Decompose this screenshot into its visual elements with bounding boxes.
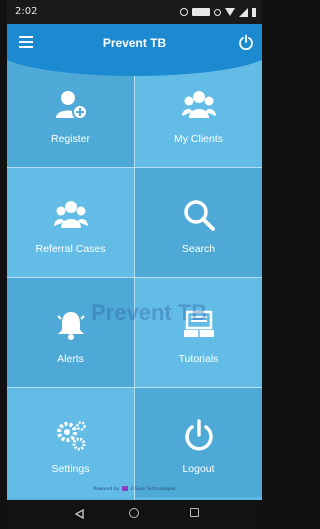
signal-icon <box>239 7 248 17</box>
settings-tile[interactable]: Settings <box>7 388 134 497</box>
register-user-icon <box>55 91 88 120</box>
status-icons <box>180 7 256 17</box>
sync-icon <box>214 8 221 16</box>
book-icon <box>183 310 214 337</box>
phone-screen: 2:02 Register My Clients Referral Cases … <box>7 0 262 529</box>
back-icon[interactable] <box>75 509 84 519</box>
grid-divider <box>7 277 262 278</box>
grid-divider <box>7 167 262 168</box>
tutorials-label: Tutorials <box>178 353 219 365</box>
header-power-button[interactable] <box>238 34 254 50</box>
battery-icon <box>252 7 256 17</box>
search-icon <box>183 200 215 231</box>
powered-text: Powered by <box>93 487 120 492</box>
android-nav-bar <box>7 500 262 529</box>
alerts-label: Alerts <box>57 353 84 365</box>
bell-icon <box>56 312 85 340</box>
register-label: Register <box>50 133 91 145</box>
grid-divider <box>134 58 135 500</box>
page-title: Prevent TB <box>102 36 167 50</box>
clients-group-icon <box>181 91 216 118</box>
gears-icon <box>56 421 86 451</box>
logout-tile[interactable]: Logout <box>135 388 262 497</box>
status-bar: 2:02 <box>7 0 262 24</box>
logout-label: Logout <box>182 463 215 475</box>
menu-grid: Register My Clients Referral Cases Searc… <box>7 58 262 500</box>
recent-apps-icon[interactable] <box>190 508 199 517</box>
home-icon[interactable] <box>129 508 139 518</box>
referral-cases-label: Referral Cases <box>35 243 106 255</box>
search-tile[interactable]: Search <box>135 168 262 277</box>
power-icon <box>184 419 213 451</box>
alarm-icon <box>180 8 188 16</box>
status-time: 2:02 <box>15 6 38 17</box>
referral-group-icon <box>53 201 88 228</box>
notification-icon <box>192 8 210 16</box>
company-logo-icon <box>121 486 128 491</box>
alerts-tile[interactable]: Alerts <box>7 278 134 387</box>
my-clients-label: My Clients <box>173 133 223 145</box>
settings-label: Settings <box>51 463 90 475</box>
tutorials-tile[interactable]: Tutorials <box>135 278 262 387</box>
referral-cases-tile[interactable]: Referral Cases <box>7 168 134 277</box>
company-name: Z-Sure Technologies <box>130 487 176 492</box>
powered-by: Powered by Z-Sure Technologies <box>7 486 262 492</box>
search-label: Search <box>181 243 216 255</box>
grid-divider <box>7 387 262 388</box>
wifi-icon <box>225 8 235 16</box>
